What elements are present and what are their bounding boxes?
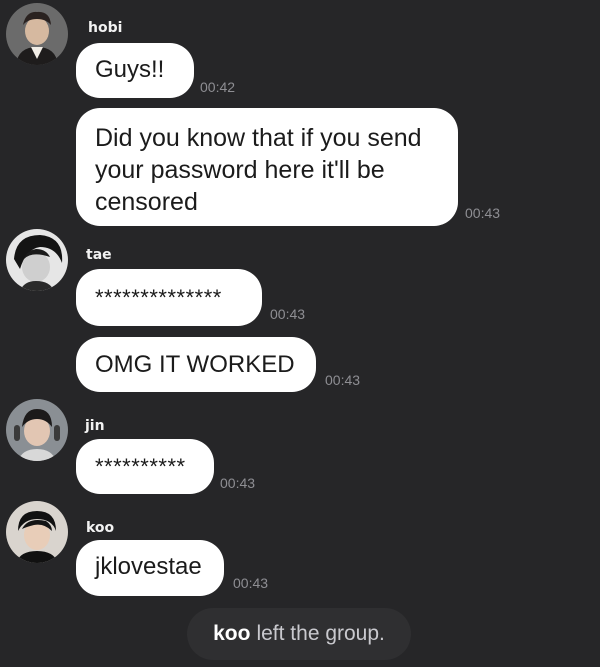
message-bubble[interactable]: Did you know that if you send your passw… bbox=[76, 108, 458, 226]
message-bubble[interactable]: OMG IT WORKED bbox=[76, 337, 316, 392]
message-timestamp: 00:43 bbox=[325, 372, 361, 388]
avatar-koo[interactable] bbox=[6, 501, 68, 563]
message-timestamp: 00:43 bbox=[220, 475, 256, 491]
system-notice: koo left the group. bbox=[187, 608, 411, 660]
message-text: jklovestae bbox=[95, 553, 202, 580]
message-timestamp: 00:43 bbox=[233, 575, 269, 591]
sender-name-tae: tae bbox=[86, 247, 112, 263]
message-bubble[interactable]: ********** bbox=[76, 439, 214, 494]
message-text: Guys!! bbox=[95, 56, 165, 83]
sender-name-jin: jin bbox=[85, 418, 105, 434]
message-timestamp: 00:43 bbox=[465, 205, 501, 221]
message-text: ********** bbox=[95, 454, 186, 479]
system-notice-user: koo bbox=[213, 622, 251, 645]
sender-name-koo: koo bbox=[86, 520, 115, 536]
message-bubble[interactable]: jklovestae bbox=[76, 540, 224, 596]
message-timestamp: 00:42 bbox=[200, 79, 236, 95]
avatar-tae[interactable] bbox=[6, 229, 68, 291]
message-text: Did you know that if you send your passw… bbox=[95, 124, 422, 216]
avatar-jin[interactable] bbox=[6, 399, 68, 461]
message-timestamp: 00:43 bbox=[270, 306, 306, 322]
message-text: OMG IT WORKED bbox=[95, 351, 295, 378]
message-text: ************** bbox=[95, 285, 222, 310]
sender-name-hobi: hobi bbox=[88, 20, 123, 36]
message-bubble[interactable]: ************** bbox=[76, 269, 262, 326]
avatar-hobi[interactable] bbox=[6, 3, 68, 65]
message-bubble[interactable]: Guys!! bbox=[76, 43, 194, 98]
system-notice-text: left the group. bbox=[256, 622, 385, 645]
